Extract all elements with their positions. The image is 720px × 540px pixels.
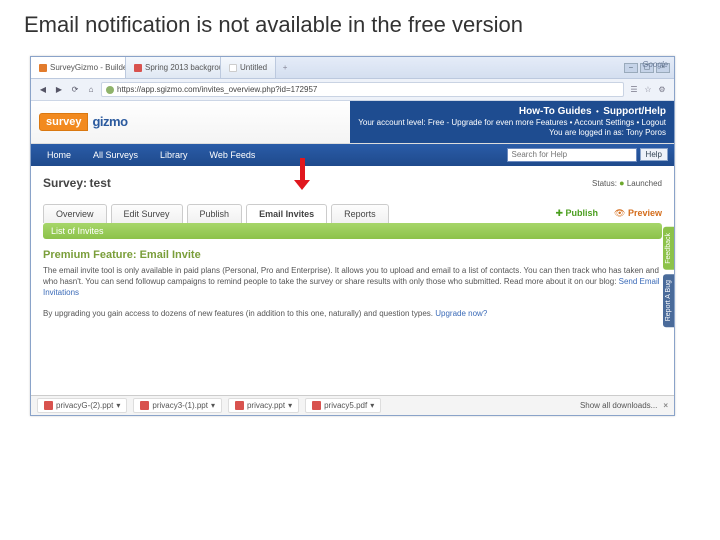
browser-tabstrip: SurveyGizmo - Builder Ov... Spring 2013 … [31,57,674,79]
favicon-icon [134,64,142,72]
url-input[interactable]: https://app.sgizmo.com/invites_overview.… [101,82,624,97]
logo[interactable]: survey gizmo [39,113,128,131]
file-icon [312,401,321,410]
favicon-icon [39,64,47,72]
survey-name: test [90,176,111,190]
tab-reports[interactable]: Reports [331,204,389,223]
tab-publish[interactable]: Publish [187,204,243,223]
browser-tab[interactable]: SurveyGizmo - Builder Ov... [31,57,126,78]
download-filename: privacy3-(1).ppt [152,401,208,410]
status-value: Launched [627,179,662,188]
support-link[interactable]: Support/Help [603,106,666,117]
home-icon[interactable]: ⌂ [85,84,97,96]
address-bar: ◀ ▶ ⟳ ⌂ https://app.sgizmo.com/invites_o… [31,79,674,101]
chevron-down-icon: ▾ [116,401,120,410]
download-item[interactable]: privacy.ppt▾ [228,398,299,413]
logo-prefix: survey [39,113,88,131]
google-label: Google [642,60,668,69]
status-label: Status: [592,179,617,188]
download-item[interactable]: privacy5.pdf▾ [305,398,381,413]
publish-button[interactable]: Publish [555,208,598,219]
preview-button[interactable]: Preview [614,208,662,219]
tab-label: SurveyGizmo - Builder Ov... [50,63,126,72]
premium-body-1: The email invite tool is only available … [43,265,662,299]
chevron-down-icon: ▾ [211,401,215,410]
nav-library[interactable]: Library [150,146,198,164]
feedback-tab[interactable]: Feedback [663,227,674,270]
red-arrow-annotation [294,158,310,190]
download-bar: privacyG-(2).ppt▾ privacy3-(1).ppt▾ priv… [31,395,674,415]
browser-tab[interactable]: Spring 2013 background... [126,57,221,78]
download-filename: privacy5.pdf [324,401,367,410]
help-search-input[interactable] [507,148,637,162]
premium-p1-text: The email invite tool is only available … [43,266,659,286]
wrench-icon[interactable]: ☰ [628,84,640,96]
tab-actions: Publish Preview [555,208,662,219]
status-badge: Status: ● Launched [592,178,662,188]
logged-in-line: You are logged in as: Tony Poros [549,128,666,137]
tab-edit-survey[interactable]: Edit Survey [111,204,183,223]
download-item[interactable]: privacy3-(1).ppt▾ [133,398,222,413]
tab-email-invites[interactable]: Email Invites [246,204,327,223]
tab-label: Spring 2013 background... [145,63,221,72]
content-area: Survey: test Status: ● Launched Overview… [31,166,674,326]
download-filename: privacy.ppt [247,401,285,410]
download-filename: privacyG-(2).ppt [56,401,113,410]
list-of-invites-bar: List of Invites [43,223,662,239]
upgrade-now-link[interactable]: Upgrade now? [435,309,487,318]
nav-home[interactable]: Home [37,146,81,164]
chevron-down-icon: ▾ [370,401,374,410]
nav-all-surveys[interactable]: All Surveys [83,146,148,164]
favicon-icon [229,64,237,72]
download-item[interactable]: privacyG-(2).ppt▾ [37,398,127,413]
survey-tabs: Overview Edit Survey Publish Email Invit… [43,204,662,223]
globe-icon [106,86,114,94]
howto-link[interactable]: How-To Guides [519,106,592,117]
star-icon[interactable]: ☆ [642,84,654,96]
nav-web-feeds[interactable]: Web Feeds [200,146,266,164]
back-icon[interactable]: ◀ [37,84,49,96]
premium-body-2: By upgrading you gain access to dozens o… [43,308,662,319]
minimize-button[interactable]: – [624,63,638,73]
report-bug-tab[interactable]: Report A Bug [663,274,674,327]
slide-title: Email notification is not available in t… [0,0,720,46]
app-header: survey gizmo How-To Guides • Support/Hel… [31,101,674,144]
browser-window: SurveyGizmo - Builder Ov... Spring 2013 … [30,56,675,416]
survey-title: Survey: test [43,176,111,190]
forward-icon[interactable]: ▶ [53,84,65,96]
premium-heading: Premium Feature: Email Invite [43,249,662,261]
file-icon [44,401,53,410]
file-icon [235,401,244,410]
status-dot-icon: ● [619,178,624,188]
help-button[interactable]: Help [640,148,668,161]
chevron-down-icon: ▾ [288,401,292,410]
logo-suffix: gizmo [92,114,127,129]
nav-search: Help [507,148,668,162]
side-tabs: Feedback Report A Bug [663,227,674,327]
main-nav: Home All Surveys Library Web Feeds Help [31,144,674,166]
premium-p2-text: By upgrading you gain access to dozens o… [43,309,435,318]
survey-label: Survey: [43,176,87,190]
file-icon [140,401,149,410]
show-all-downloads-link[interactable]: Show all downloads... [580,401,657,410]
account-panel: How-To Guides • Support/Help Your accoun… [350,101,674,143]
account-line: Your account level: Free - Upgrade for e… [358,118,666,127]
downloads-close-button[interactable]: × [663,401,668,410]
url-text: https://app.sgizmo.com/invites_overview.… [117,85,317,94]
tab-overview[interactable]: Overview [43,204,107,223]
browser-tab[interactable]: Untitled [221,57,276,78]
reload-icon[interactable]: ⟳ [69,84,81,96]
tab-label: Untitled [240,63,267,72]
menu-icon[interactable]: ⚙ [656,84,668,96]
new-tab-button[interactable]: + [276,57,294,78]
